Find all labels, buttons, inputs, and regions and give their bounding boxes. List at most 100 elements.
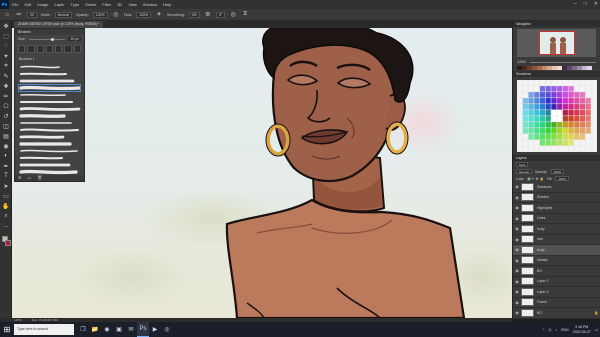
color-swatch[interactable] [522, 85, 529, 92]
color-swatch[interactable] [556, 85, 563, 92]
color-swatch[interactable] [522, 139, 529, 146]
layer-visibility-eye-icon[interactable]: ◉ [513, 300, 521, 305]
color-swatch[interactable] [528, 121, 534, 128]
close-button[interactable]: ✕ [594, 0, 598, 9]
document-tab[interactable]: ZHARI DEREK ORSH.psd @ 125% (body, RGB/8… [14, 21, 104, 28]
layer-visibility-eye-icon[interactable]: ◉ [513, 279, 521, 284]
smoothing-input[interactable]: 0% [188, 11, 200, 18]
color-swatches[interactable] [0, 235, 12, 249]
color-swatch[interactable] [562, 145, 569, 152]
color-swatch[interactable] [562, 127, 569, 134]
color-swatch[interactable] [545, 139, 551, 146]
blend-mode-select[interactable]: Normal [516, 169, 532, 174]
color-swatch[interactable] [568, 145, 574, 152]
pressure-size-icon[interactable]: ◎ [229, 11, 237, 19]
stamp-icon[interactable]: ⎔ [0, 101, 12, 111]
color-swatch[interactable] [585, 109, 591, 116]
color-swatch[interactable] [528, 127, 534, 134]
color-swatch[interactable] [591, 121, 597, 128]
layer-row[interactable]: ◉ BG 🔒 [513, 308, 600, 319]
color-swatch[interactable] [568, 139, 574, 146]
color-swatch[interactable] [574, 103, 580, 110]
color-wheel-swatches[interactable] [516, 79, 597, 152]
color-swatch[interactable] [545, 133, 551, 140]
color-swatch[interactable] [585, 79, 591, 86]
color-swatch[interactable] [516, 121, 523, 128]
color-swatch[interactable] [522, 115, 529, 122]
layer-row[interactable]: ◉ Lines [513, 214, 600, 224]
color-swatch[interactable] [528, 145, 534, 152]
color-swatch[interactable] [556, 133, 563, 140]
color-swatch[interactable] [516, 85, 523, 92]
brush-tool-icon[interactable]: ✏ [15, 11, 23, 19]
menu-file[interactable]: File [9, 2, 21, 7]
color-swatch[interactable] [522, 145, 529, 152]
layer-row[interactable]: ◉ BG [513, 266, 600, 277]
color-swatch[interactable] [591, 85, 597, 92]
maximize-button[interactable]: □ [584, 0, 587, 9]
recent-brush[interactable] [73, 45, 81, 53]
recent-brush[interactable] [27, 45, 35, 53]
recent-brush[interactable] [18, 45, 26, 53]
color-swatch[interactable] [551, 109, 557, 116]
color-swatch[interactable] [516, 109, 523, 116]
color-swatch[interactable] [556, 103, 563, 110]
color-swatch[interactable] [591, 103, 597, 110]
menu-filter[interactable]: Filter [99, 2, 114, 7]
color-swatch[interactable] [579, 109, 586, 116]
color-swatch[interactable] [534, 91, 540, 98]
eraser-icon[interactable]: ◫ [0, 121, 12, 131]
browser-icon[interactable]: ◉ [101, 322, 113, 337]
discord-icon[interactable]: ◎ [161, 322, 173, 337]
clock[interactable]: 2:16 PM 2020-04-27 [573, 325, 591, 335]
color-swatch[interactable] [562, 91, 569, 98]
color-swatch[interactable] [545, 91, 551, 98]
navigator-zoom-value[interactable]: 125% [517, 60, 526, 64]
color-swatch[interactable] [528, 97, 534, 104]
color-swatch[interactable] [551, 121, 557, 128]
color-swatch[interactable] [556, 79, 563, 86]
brush-preset[interactable] [19, 148, 80, 154]
brush-preset[interactable] [19, 106, 81, 112]
menu-select[interactable]: Select [82, 2, 99, 7]
color-swatch[interactable] [522, 103, 529, 110]
color-swatch[interactable] [522, 79, 529, 86]
color-swatch[interactable] [562, 109, 569, 116]
color-swatch[interactable] [522, 91, 529, 98]
color-swatch[interactable] [528, 139, 534, 146]
color-swatch[interactable] [528, 79, 534, 86]
layer-row[interactable]: ◉ body [513, 245, 600, 256]
color-swatch[interactable] [574, 85, 580, 92]
color-swatch[interactable] [579, 103, 586, 110]
layer-visibility-eye-icon[interactable]: ◉ [513, 216, 521, 221]
windows-start-icon[interactable]: ⊞ [0, 322, 14, 337]
color-swatch[interactable] [534, 127, 540, 134]
color-swatch[interactable] [562, 97, 569, 104]
photoshop-taskbar-icon[interactable]: Ps [137, 322, 149, 337]
layer-visibility-eye-icon[interactable]: ◉ [513, 195, 521, 200]
wand-icon[interactable]: ✦ [0, 51, 12, 61]
color-swatch[interactable] [591, 127, 597, 134]
layer-opacity-input[interactable]: 100% [550, 169, 565, 174]
color-swatch[interactable] [516, 133, 523, 140]
color-swatch[interactable] [528, 109, 534, 116]
color-swatch[interactable] [551, 79, 557, 86]
brush-preset[interactable] [19, 92, 80, 98]
color-swatch[interactable] [545, 79, 551, 86]
color-swatch[interactable] [585, 97, 591, 104]
minimize-button[interactable]: – [574, 0, 577, 9]
color-swatch[interactable] [579, 127, 586, 134]
layer-row[interactable]: ◉ Shadows [513, 182, 600, 193]
color-swatch[interactable] [574, 91, 580, 98]
recent-brush[interactable] [45, 45, 54, 53]
color-swatch[interactable] [551, 91, 557, 98]
color-swatch[interactable] [545, 85, 551, 92]
color-swatch[interactable] [591, 139, 597, 146]
type-icon[interactable]: T [0, 171, 12, 181]
recent-brush[interactable] [55, 45, 63, 53]
color-swatch[interactable] [556, 115, 563, 122]
color-swatch[interactable] [516, 145, 523, 152]
layer-visibility-eye-icon[interactable]: ◉ [513, 258, 521, 263]
color-swatch[interactable] [568, 121, 574, 128]
color-swatch[interactable] [574, 121, 580, 128]
